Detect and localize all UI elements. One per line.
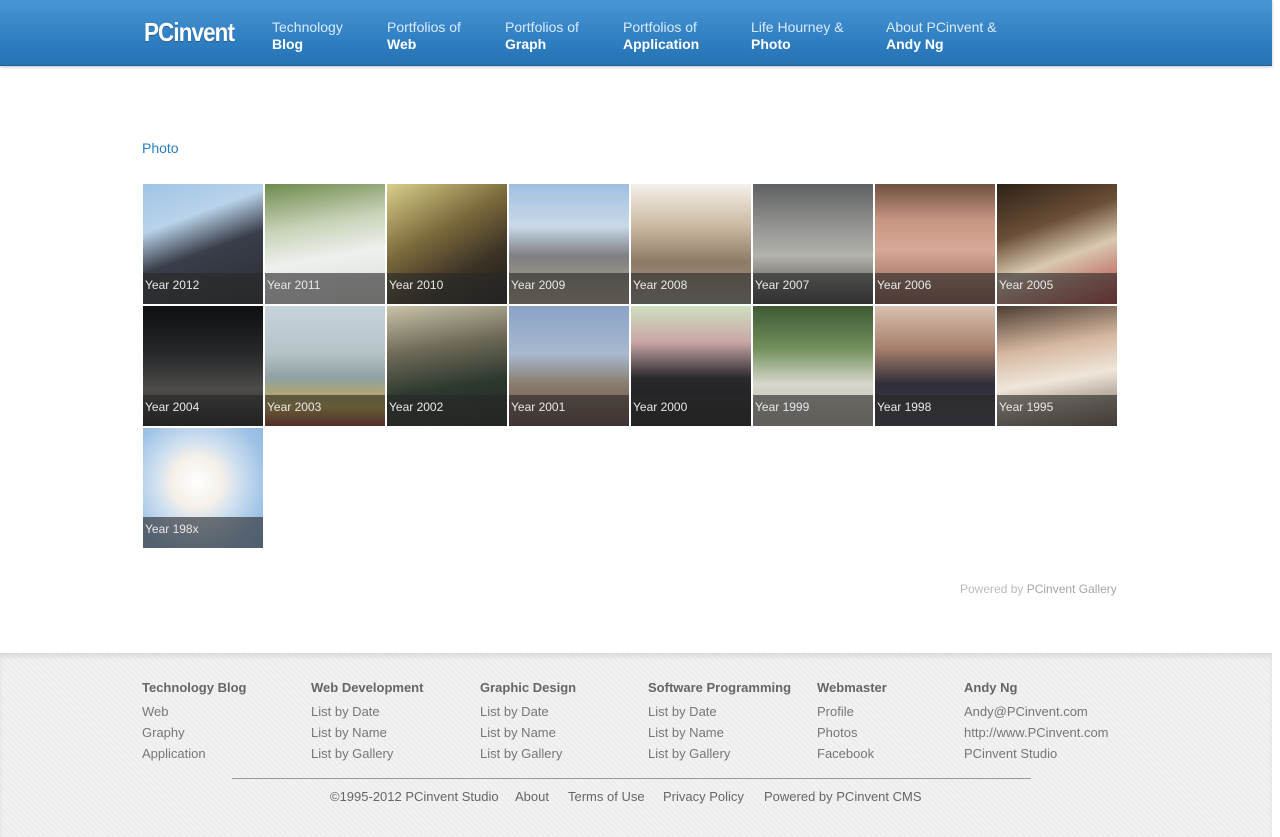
footer-column-graphic-design: Graphic Design List by Date List by Name… xyxy=(480,680,576,764)
nav-item-subtitle: Portfolios of xyxy=(505,19,579,35)
footer-link[interactable]: List by Name xyxy=(480,722,576,743)
nav-item-label: Application xyxy=(623,36,700,52)
album-tile[interactable]: Year 2008 xyxy=(631,184,751,304)
footer-link[interactable]: Andy@PCinvent.com xyxy=(964,701,1109,722)
album-caption: Year 1999 xyxy=(753,395,873,426)
footer-column-heading: Web Development xyxy=(311,680,424,695)
nav-item-subtitle: Portfolios of xyxy=(387,19,461,35)
album-caption: Year 2011 xyxy=(265,273,385,304)
footer-link[interactable]: http://www.PCinvent.com xyxy=(964,722,1109,743)
album-caption: Year 2003 xyxy=(265,395,385,426)
footer-link[interactable]: List by Gallery xyxy=(311,743,423,764)
album-tile[interactable]: Year 2009 xyxy=(509,184,629,304)
album-tile[interactable]: Year 2000 xyxy=(631,306,751,426)
footer-link[interactable]: List by Name xyxy=(648,722,791,743)
footer-link[interactable]: List by Gallery xyxy=(648,743,791,764)
privacy-policy-link[interactable]: Privacy Policy xyxy=(663,789,744,804)
copyright-text: ©1995-2012 PCinvent Studio xyxy=(330,789,499,804)
footer-link[interactable]: Graphy xyxy=(142,722,246,743)
footer-link[interactable]: Facebook xyxy=(817,743,887,764)
nav-item-subtitle: Portfolios of xyxy=(623,19,697,35)
top-navigation-bar: PCinvent Technology Blog Portfolios of W… xyxy=(0,0,1272,66)
nav-item-label: Andy Ng xyxy=(886,36,944,52)
album-tile[interactable]: Year 2004 xyxy=(143,306,263,426)
album-caption: Year 2012 xyxy=(143,273,263,304)
album-caption: Year 2008 xyxy=(631,273,751,304)
album-tile[interactable]: Year 2006 xyxy=(875,184,995,304)
footer-column-heading: Andy Ng xyxy=(964,680,1018,695)
album-tile[interactable]: Year 2005 xyxy=(997,184,1117,304)
powered-by-prefix: Powered by xyxy=(960,582,1024,596)
album-caption: Year 2002 xyxy=(387,395,507,426)
footer-column-andy-ng: Andy Ng Andy@PCinvent.com http://www.PCi… xyxy=(964,680,1109,764)
album-caption: Year 198x xyxy=(143,517,263,548)
footer-link[interactable]: List by Gallery xyxy=(480,743,576,764)
footer-link[interactable]: List by Date xyxy=(311,701,423,722)
footer-column-webmaster: Webmaster Profile Photos Facebook xyxy=(817,680,887,764)
nav-portfolio-application[interactable]: Portfolios of Application xyxy=(623,19,699,53)
footer-divider xyxy=(232,778,1031,779)
pcinvent-gallery-link[interactable]: PCinvent Gallery xyxy=(1027,582,1117,596)
album-tile[interactable]: Year 2010 xyxy=(387,184,507,304)
footer-link[interactable]: Web xyxy=(142,701,246,722)
footer-link[interactable]: List by Date xyxy=(480,701,576,722)
nav-item-label: Photo xyxy=(751,36,791,52)
album-caption: Year 2000 xyxy=(631,395,751,426)
about-link[interactable]: About xyxy=(515,789,549,804)
site-footer: Technology Blog Web Graphy Application W… xyxy=(0,653,1272,837)
album-tile[interactable]: Year 198x xyxy=(143,428,263,548)
nav-item-subtitle: Technology xyxy=(272,19,343,35)
nav-portfolio-graph[interactable]: Portfolios of Graph xyxy=(505,19,579,53)
album-tile[interactable]: Year 1999 xyxy=(753,306,873,426)
album-caption: Year 1995 xyxy=(997,395,1117,426)
album-caption: Year 2007 xyxy=(753,273,873,304)
footer-link[interactable]: Photos xyxy=(817,722,887,743)
powered-by-cms-link[interactable]: Powered by PCinvent CMS xyxy=(764,789,922,804)
footer-column-web-development: Web Development List by Date List by Nam… xyxy=(311,680,423,764)
brand-logo[interactable]: PCinvent xyxy=(144,17,235,48)
footer-link[interactable]: Profile xyxy=(817,701,887,722)
nav-technology-blog[interactable]: Technology Blog xyxy=(272,19,343,53)
footer-link[interactable]: List by Name xyxy=(311,722,423,743)
footer-column-technology-blog: Technology Blog Web Graphy Application xyxy=(142,680,246,764)
nav-item-subtitle: Life Hourney & xyxy=(751,19,844,35)
footer-link[interactable]: PCinvent Studio xyxy=(964,743,1109,764)
footer-column-software-programming: Software Programming List by Date List b… xyxy=(648,680,791,764)
nav-item-label: Web xyxy=(387,36,417,52)
nav-item-subtitle: About PCinvent & xyxy=(886,19,997,35)
powered-by-gallery: Powered by PCinvent Gallery xyxy=(960,582,1117,596)
album-tile[interactable]: Year 2002 xyxy=(387,306,507,426)
page-title-photo[interactable]: Photo xyxy=(142,140,179,156)
footer-column-heading: Technology Blog xyxy=(142,680,247,695)
album-caption: Year 2010 xyxy=(387,273,507,304)
album-caption: Year 2001 xyxy=(509,395,629,426)
album-tile[interactable]: Year 1998 xyxy=(875,306,995,426)
nav-life-photo[interactable]: Life Hourney & Photo xyxy=(751,19,844,53)
album-caption: Year 2004 xyxy=(143,395,263,426)
nav-about[interactable]: About PCinvent & Andy Ng xyxy=(886,19,997,53)
album-tile[interactable]: Year 2007 xyxy=(753,184,873,304)
album-tile[interactable]: Year 2012 xyxy=(143,184,263,304)
footer-link[interactable]: Application xyxy=(142,743,246,764)
album-caption: Year 2005 xyxy=(997,273,1117,304)
footer-column-heading: Webmaster xyxy=(817,680,887,695)
nav-portfolio-web[interactable]: Portfolios of Web xyxy=(387,19,461,53)
album-tile[interactable]: Year 2001 xyxy=(509,306,629,426)
album-caption: Year 2009 xyxy=(509,273,629,304)
footer-column-heading: Software Programming xyxy=(648,680,792,695)
footer-column-heading: Graphic Design xyxy=(480,680,577,695)
album-tile[interactable]: Year 2011 xyxy=(265,184,385,304)
album-caption: Year 1998 xyxy=(875,395,995,426)
album-tile[interactable]: Year 2003 xyxy=(265,306,385,426)
album-caption: Year 2006 xyxy=(875,273,995,304)
album-tile[interactable]: Year 1995 xyxy=(997,306,1117,426)
terms-of-use-link[interactable]: Terms of Use xyxy=(568,789,645,804)
footer-link[interactable]: List by Date xyxy=(648,701,791,722)
nav-item-label: Blog xyxy=(272,36,304,52)
nav-item-label: Graph xyxy=(505,36,547,52)
